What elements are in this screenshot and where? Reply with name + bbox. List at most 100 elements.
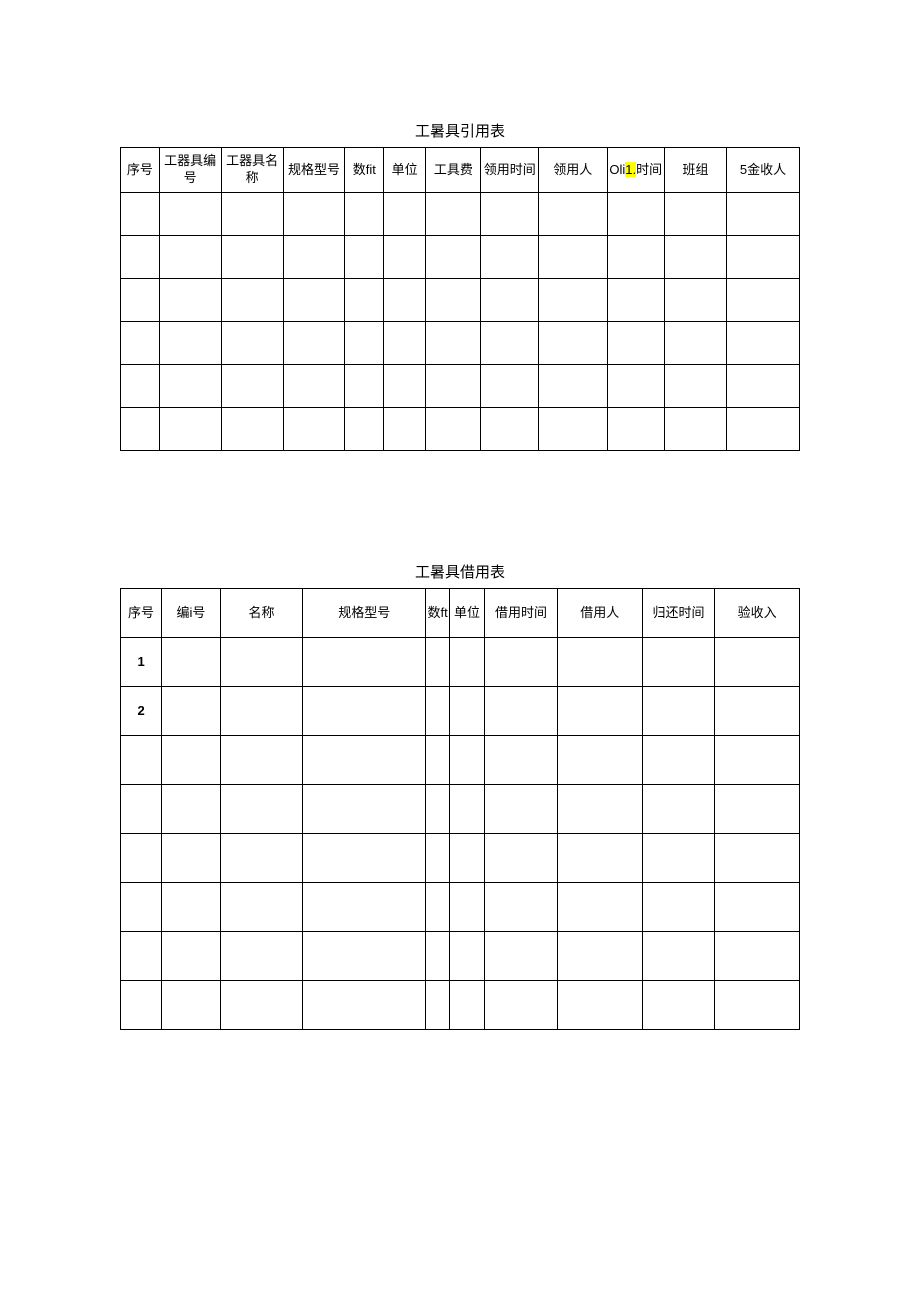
table-cell <box>121 193 160 236</box>
t1-header-fee: 工具费 <box>426 148 481 193</box>
table-cell <box>384 279 426 322</box>
table-cell <box>162 981 221 1030</box>
table-cell <box>303 736 426 785</box>
t1-header-team: 班组 <box>665 148 727 193</box>
table-cell <box>121 883 162 932</box>
table-cell <box>426 785 449 834</box>
table-cell <box>159 408 221 451</box>
table-cell <box>665 408 727 451</box>
table-cell <box>426 883 449 932</box>
table-cell <box>159 193 221 236</box>
table-cell <box>665 322 727 365</box>
table-cell <box>607 236 665 279</box>
t1-header-qty: 数fit <box>345 148 384 193</box>
table-cell <box>449 736 484 785</box>
t1-header-return-time: Oli1.时间 <box>607 148 665 193</box>
table-cell <box>607 408 665 451</box>
table2-title: 工暑具借用表 <box>120 561 800 582</box>
table-cell <box>538 193 607 236</box>
table-cell <box>221 236 283 279</box>
table-row <box>121 322 800 365</box>
table-row <box>121 408 800 451</box>
table-cell <box>384 408 426 451</box>
table-cell <box>607 279 665 322</box>
table-row <box>121 736 800 785</box>
table-cell <box>426 322 481 365</box>
table-cell <box>557 883 642 932</box>
table-cell <box>220 638 302 687</box>
t2-header-qty: 数ft <box>426 589 449 638</box>
table-cell <box>538 279 607 322</box>
t2-header-no: 编i号 <box>162 589 221 638</box>
table-cell <box>715 981 800 1030</box>
t1-header-tool-name: 工器具名称 <box>221 148 283 193</box>
table-cell <box>121 322 160 365</box>
table-row <box>121 365 800 408</box>
table-cell <box>162 932 221 981</box>
table-cell <box>642 883 715 932</box>
table-cell <box>345 193 384 236</box>
table-cell <box>426 365 481 408</box>
table-cell <box>426 279 481 322</box>
table-cell <box>426 981 449 1030</box>
table-cell <box>715 785 800 834</box>
table-cell <box>220 785 302 834</box>
t2-header-borrower: 借用人 <box>557 589 642 638</box>
table-cell <box>538 408 607 451</box>
table-row <box>121 193 800 236</box>
table-cell <box>715 687 800 736</box>
table-cell <box>642 834 715 883</box>
table-cell <box>384 365 426 408</box>
table2-header-row: 序号 编i号 名称 规格型号 数ft 单位 借用时间 借用人 归还时间 验收入 <box>121 589 800 638</box>
table-cell <box>642 785 715 834</box>
table-cell <box>449 638 484 687</box>
table-cell <box>726 408 799 451</box>
table-cell <box>221 279 283 322</box>
table-cell <box>121 736 162 785</box>
table-cell <box>557 638 642 687</box>
table-cell <box>162 736 221 785</box>
table-cell <box>121 981 162 1030</box>
table-cell <box>283 193 345 236</box>
table-cell <box>283 279 345 322</box>
table-cell <box>607 365 665 408</box>
table-cell <box>303 981 426 1030</box>
table-cell <box>642 981 715 1030</box>
table-cell <box>715 883 800 932</box>
table-cell <box>607 193 665 236</box>
table-row <box>121 785 800 834</box>
t1-header-acceptor: 5金收人 <box>726 148 799 193</box>
t1-header-tool-no: 工器具编号 <box>159 148 221 193</box>
table-row <box>121 932 800 981</box>
t1-header-spec: 规格型号 <box>283 148 345 193</box>
table-cell <box>449 883 484 932</box>
t2-header-seq: 序号 <box>121 589 162 638</box>
table-cell <box>665 279 727 322</box>
table-cell <box>426 687 449 736</box>
table-cell <box>159 236 221 279</box>
table-cell <box>715 834 800 883</box>
table-cell <box>159 365 221 408</box>
table-cell <box>221 322 283 365</box>
table-cell <box>345 236 384 279</box>
t1-header-receive-time: 领用时间 <box>481 148 539 193</box>
table-cell <box>121 279 160 322</box>
table-cell <box>283 236 345 279</box>
t1-header-unit: 单位 <box>384 148 426 193</box>
table-cell <box>449 687 484 736</box>
table-cell <box>485 736 558 785</box>
table-cell <box>220 932 302 981</box>
table-cell: 1 <box>121 638 162 687</box>
table-cell <box>665 236 727 279</box>
table-row <box>121 883 800 932</box>
t2-header-spec: 规格型号 <box>303 589 426 638</box>
table-cell <box>283 322 345 365</box>
table-cell <box>426 408 481 451</box>
table-cell <box>665 193 727 236</box>
table-cell <box>220 687 302 736</box>
table-cell <box>426 638 449 687</box>
table-cell <box>345 322 384 365</box>
table-cell <box>449 785 484 834</box>
table-cell <box>726 322 799 365</box>
table-cell <box>538 236 607 279</box>
